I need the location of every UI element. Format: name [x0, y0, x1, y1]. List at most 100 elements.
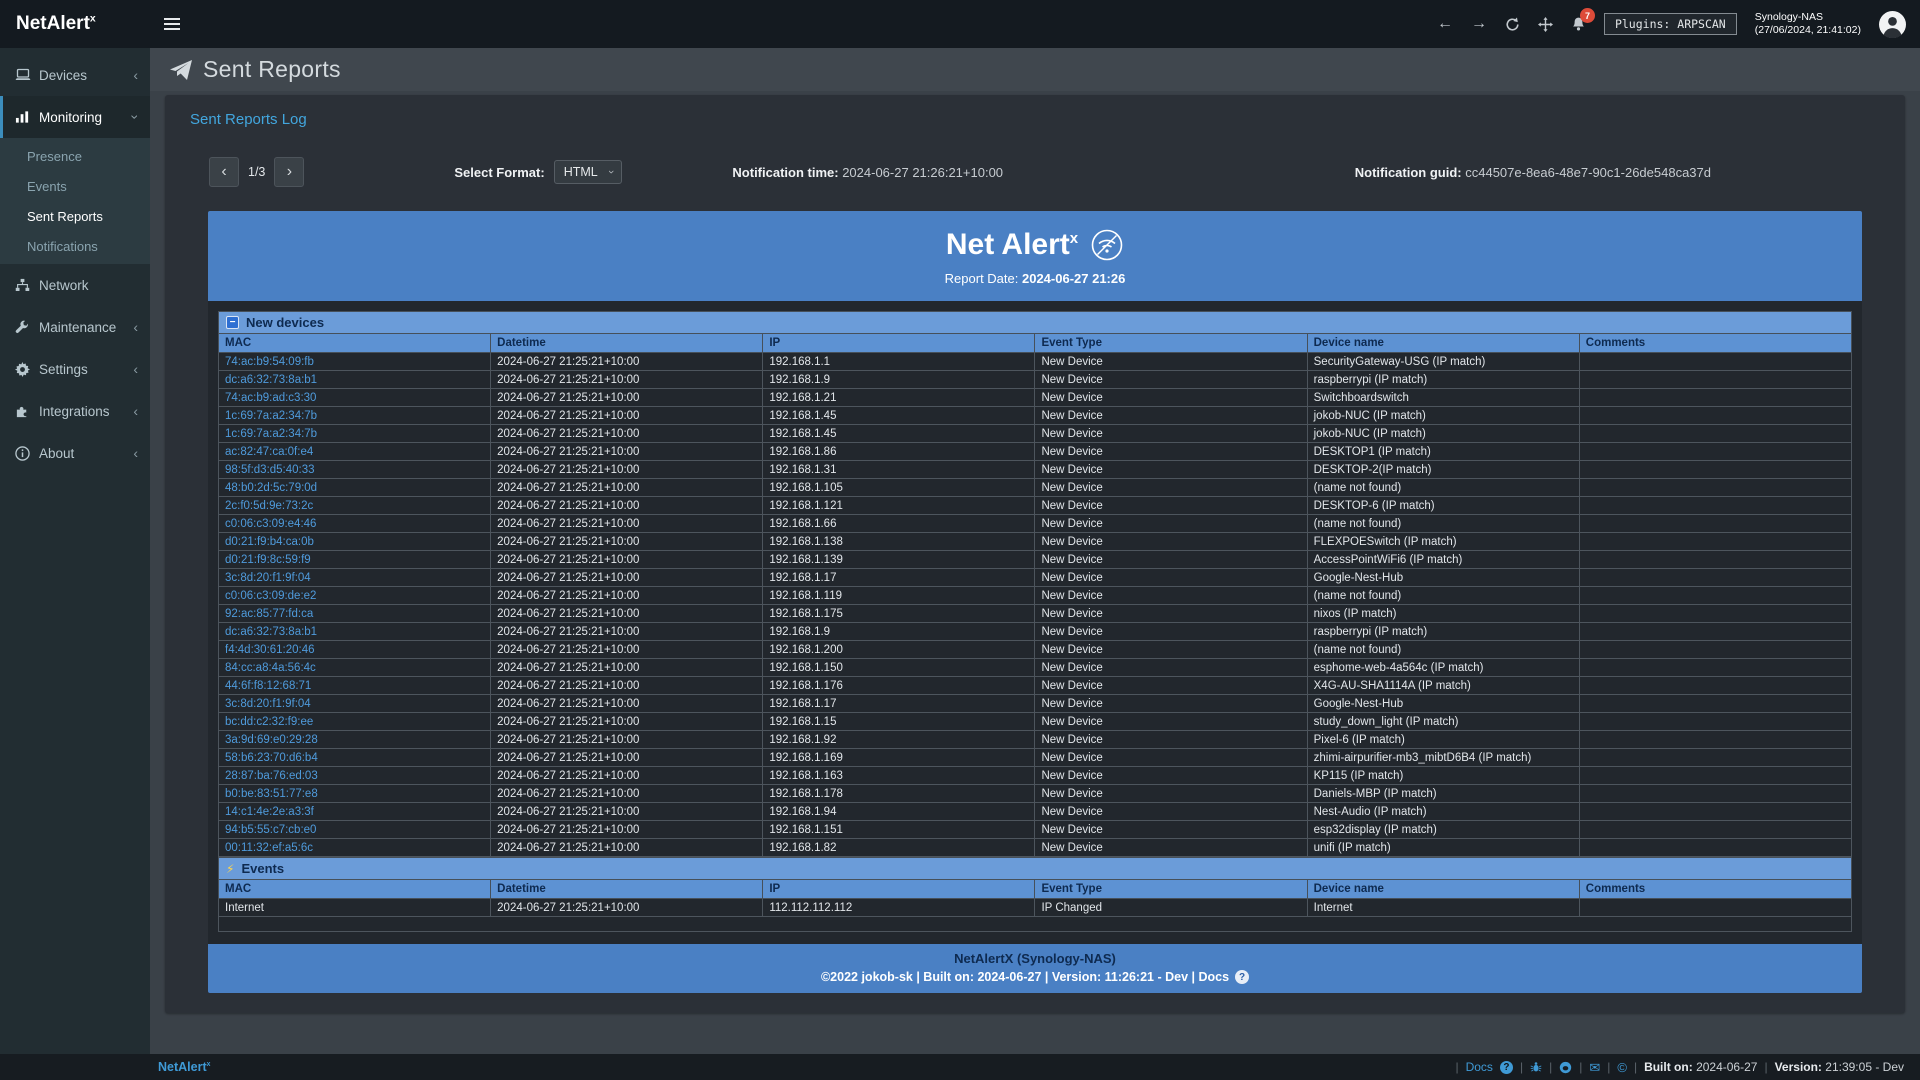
table-cell: c0:06:c3:09:de:e2 — [219, 587, 491, 605]
table-cell — [1579, 443, 1851, 461]
table-row: 3a:9d:69:e0:29:282024-06-27 21:25:21+10:… — [219, 731, 1852, 749]
mac-link[interactable]: 00:11:32:ef:a5:6c — [225, 842, 313, 854]
sidebar-item-monitoring[interactable]: Monitoring › — [0, 96, 150, 138]
mac-link[interactable]: 48:b0:2d:5c:79:0d — [225, 482, 317, 494]
sidebar-item-notifications[interactable]: Notifications — [0, 231, 150, 261]
table-row: f4:4d:30:61:20:462024-06-27 21:25:21+10:… — [219, 641, 1852, 659]
mac-link[interactable]: 92:ac:85:77:fd:ca — [225, 608, 313, 620]
mail-icon[interactable]: ✉ — [1589, 1061, 1600, 1074]
copyright-icon[interactable]: © — [1617, 1061, 1627, 1074]
help-icon[interactable]: ? — [1500, 1061, 1513, 1074]
notification-count-badge: 7 — [1580, 8, 1595, 23]
sidebar-item-network[interactable]: Network — [0, 264, 150, 306]
report-footer-host: NetAlertX (Synology-NAS) — [208, 951, 1862, 966]
mac-link[interactable]: 3c:8d:20:f1:9f:04 — [225, 572, 311, 584]
mac-link[interactable]: 94:b5:55:c7:cb:e0 — [225, 824, 316, 836]
mac-link[interactable]: 3c:8d:20:f1:9f:04 — [225, 698, 311, 710]
mac-link[interactable]: ac:82:47:ca:0f:e4 — [225, 446, 313, 458]
sidebar-item-integrations[interactable]: Integrations ‹ — [0, 390, 150, 432]
mac-link[interactable]: 58:b6:23:70:d6:b4 — [225, 752, 318, 764]
table-cell: New Device — [1035, 353, 1307, 371]
mac-link[interactable]: 84:cc:a8:4a:56:4c — [225, 662, 316, 674]
table-row: dc:a6:32:73:8a:b12024-06-27 21:25:21+10:… — [219, 623, 1852, 641]
mac-link[interactable]: c0:06:c3:09:e4:46 — [225, 518, 316, 530]
sidebar-item-about[interactable]: About ‹ — [0, 432, 150, 474]
mac-link[interactable]: bc:dd:c2:32:f9:ee — [225, 716, 313, 728]
table-cell: KP115 (IP match) — [1307, 767, 1579, 785]
sidebar-item-presence[interactable]: Presence — [0, 141, 150, 171]
table-row: 1c:69:7a:a2:34:7b2024-06-27 21:25:21+10:… — [219, 425, 1852, 443]
move-button[interactable] — [1538, 17, 1553, 32]
mac-link[interactable]: 1c:69:7a:a2:34:7b — [225, 410, 317, 422]
sidebar-item-devices[interactable]: Devices ‹ — [0, 54, 150, 96]
mac-link[interactable]: 28:87:ba:76:ed:03 — [225, 770, 318, 782]
format-select[interactable]: HTML › — [554, 160, 623, 184]
back-button[interactable]: ← — [1437, 16, 1453, 32]
table-cell: New Device — [1035, 731, 1307, 749]
chevron-left-icon: ‹ — [133, 404, 138, 418]
table-cell: 2024-06-27 21:25:21+10:00 — [491, 839, 763, 857]
table-cell: New Device — [1035, 443, 1307, 461]
mac-link[interactable]: 98:5f:d3:d5:40:33 — [225, 464, 315, 476]
chevron-left-icon: ‹ — [133, 446, 138, 460]
table-cell: Pixel-6 (IP match) — [1307, 731, 1579, 749]
table-cell: 1c:69:7a:a2:34:7b — [219, 425, 491, 443]
mac-link[interactable]: dc:a6:32:73:8a:b1 — [225, 374, 317, 386]
sent-reports-box: Sent Reports Log ‹ 1/3 › Select Format: … — [165, 95, 1905, 1013]
main-content: Sent Reports Sent Reports Log ‹ 1/3 › Se… — [150, 48, 1920, 1054]
mac-link[interactable]: f4:4d:30:61:20:46 — [225, 644, 315, 656]
mac-link[interactable]: d0:21:f9:8c:59:f9 — [225, 554, 311, 566]
table-cell: New Device — [1035, 713, 1307, 731]
sidebar-item-events[interactable]: Events — [0, 171, 150, 201]
plugins-badge[interactable]: Plugins: ARPSCAN — [1604, 13, 1737, 35]
sidebar-toggle-button[interactable] — [150, 0, 194, 48]
mac-link[interactable]: 14:c1:4e:2e:a3:3f — [225, 806, 314, 818]
table-cell — [1579, 353, 1851, 371]
table-cell: 192.168.1.94 — [763, 803, 1035, 821]
refresh-button[interactable] — [1505, 17, 1520, 32]
mac-link[interactable]: 44:6f:f8:12:68:71 — [225, 680, 311, 692]
bug-report-link[interactable] — [1530, 1061, 1542, 1073]
table-cell — [1579, 623, 1851, 641]
mac-link[interactable]: dc:a6:32:73:8a:b1 — [225, 626, 317, 638]
table-cell — [1579, 587, 1851, 605]
help-icon[interactable]: ? — [1235, 970, 1249, 984]
docs-link[interactable]: Docs — [1466, 1060, 1493, 1074]
next-page-button[interactable]: › — [274, 157, 304, 187]
mac-link[interactable]: 3a:9d:69:e0:29:28 — [225, 734, 318, 746]
chevron-down-icon: › — [605, 170, 617, 174]
sent-reports-log-link[interactable]: Sent Reports Log — [190, 111, 307, 128]
table-cell: 192.168.1.169 — [763, 749, 1035, 767]
events-table: MACDatetimeIPEvent TypeDevice nameCommen… — [218, 879, 1852, 932]
avatar[interactable] — [1879, 11, 1906, 38]
github-link[interactable] — [1559, 1061, 1572, 1074]
notifications-button[interactable]: 7 — [1571, 16, 1586, 32]
forward-button[interactable]: → — [1471, 16, 1487, 32]
table-row: 00:11:32:ef:a5:6c 2024-06-27 21:25:21+10:… — [219, 839, 1852, 857]
mac-link[interactable]: 74:ac:b9:ad:c3:30 — [225, 392, 316, 404]
mac-link[interactable]: d0:21:f9:b4:ca:0b — [225, 536, 314, 548]
table-cell: 192.168.1.9 — [763, 623, 1035, 641]
table-cell: 192.168.1.82 — [763, 839, 1035, 857]
sidebar-item-settings[interactable]: Settings ‹ — [0, 348, 150, 390]
mac-link[interactable]: c0:06:c3:09:de:e2 — [225, 590, 316, 602]
table-row: 48:b0:2d:5c:79:0d2024-06-27 21:25:21+10:… — [219, 479, 1852, 497]
table-header-row: MACDatetimeIPEvent TypeDevice nameCommen… — [219, 334, 1852, 353]
report-body: − New devices MACDatetimeIPEvent TypeDev… — [208, 301, 1862, 944]
sidebar-item-sent-reports[interactable]: Sent Reports — [0, 201, 150, 231]
app-logo[interactable]: NetAlertx — [0, 13, 150, 35]
laptop-icon — [15, 68, 39, 82]
mac-link[interactable]: 1c:69:7a:a2:34:7b — [225, 428, 317, 440]
mac-link[interactable]: 2c:f0:5d:9e:73:2c — [225, 500, 313, 512]
table-cell: unifi (IP match) — [1307, 839, 1579, 857]
sidebar-item-maintenance[interactable]: Maintenance ‹ — [0, 306, 150, 348]
paper-plane-icon — [170, 60, 192, 80]
column-header: Comments — [1579, 334, 1851, 353]
table-cell: 2024-06-27 21:25:21+10:00 — [491, 605, 763, 623]
mac-link[interactable]: b0:be:83:51:77:e8 — [225, 788, 318, 800]
prev-page-button[interactable]: ‹ — [209, 157, 239, 187]
footer-brand[interactable]: NetAlertx — [158, 1060, 210, 1074]
table-cell: ac:82:47:ca:0f:e4 — [219, 443, 491, 461]
mac-link[interactable]: 74:ac:b9:54:09:fb — [225, 356, 314, 368]
table-cell: New Device — [1035, 569, 1307, 587]
